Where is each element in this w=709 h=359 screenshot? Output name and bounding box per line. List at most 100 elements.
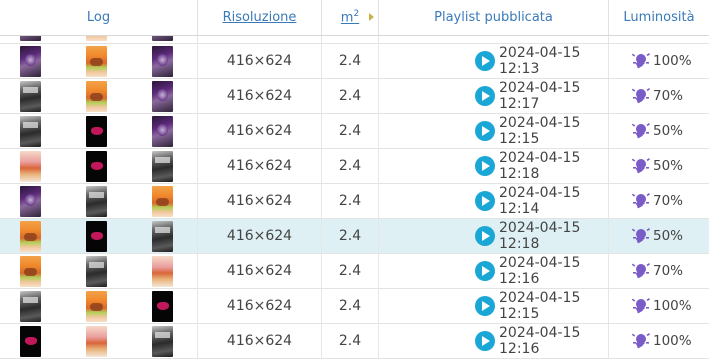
log-thumbnail[interactable]	[86, 151, 107, 182]
log-thumbnail[interactable]	[20, 221, 41, 252]
brightness-cell: 100%	[609, 44, 709, 78]
light-bulb-icon	[631, 123, 650, 139]
resolution-cell	[198, 36, 322, 43]
header-resolution[interactable]: Risoluzione	[198, 0, 322, 35]
m2-cell: 2.4	[322, 184, 379, 218]
log-thumbnail[interactable]	[152, 326, 173, 357]
header-brightness-label[interactable]: Luminosità	[623, 10, 694, 25]
header-brightness[interactable]: Luminosità	[609, 0, 709, 35]
brightness-value: 100%	[653, 298, 692, 314]
m2-cell: 2.4	[322, 289, 379, 323]
table-row[interactable]: 416×624 2.4 2024-04-15 12:15 50%	[0, 114, 709, 149]
brightness-cell: 100%	[609, 289, 709, 323]
header-log[interactable]: Log	[0, 0, 198, 35]
log-cell	[0, 114, 198, 148]
sort-caret-icon[interactable]	[369, 13, 374, 21]
log-thumbnail[interactable]	[20, 36, 41, 41]
brightness-cell: 50%	[609, 219, 709, 253]
table-row[interactable]: 416×624 2.4 2024-04-15 12:14 70%	[0, 184, 709, 219]
play-circle-icon[interactable]	[475, 156, 495, 176]
table-header: Log Risoluzione m2 Playlist pubblicata L…	[0, 0, 709, 36]
log-thumbnail[interactable]	[152, 256, 173, 287]
log-cell	[0, 36, 198, 43]
log-thumbnail[interactable]	[20, 151, 41, 182]
play-circle-icon[interactable]	[475, 51, 495, 71]
log-thumbnail[interactable]	[152, 291, 173, 322]
m2-cell	[322, 36, 379, 43]
playlist-timestamp: 2024-04-15 12:16	[499, 325, 581, 357]
resolution-cell: 416×624	[198, 324, 322, 358]
resolution-cell: 416×624	[198, 114, 322, 148]
light-bulb-icon	[631, 263, 650, 279]
m2-cell: 2.4	[322, 254, 379, 288]
playlist-timestamp: 2024-04-15 12:15	[499, 115, 581, 147]
table-row[interactable]	[0, 36, 709, 44]
play-circle-icon[interactable]	[475, 296, 495, 316]
log-thumbnail[interactable]	[152, 36, 173, 41]
header-m2[interactable]: m2	[322, 0, 379, 35]
log-thumbnail[interactable]	[20, 81, 41, 112]
brightness-value: 100%	[653, 333, 692, 349]
playlist-timestamp: 2024-04-15 12:14	[499, 185, 581, 217]
log-thumbnail[interactable]	[20, 116, 41, 147]
play-circle-icon[interactable]	[475, 331, 495, 351]
brightness-cell: 50%	[609, 114, 709, 148]
log-thumbnail[interactable]	[20, 186, 41, 217]
log-thumbnail[interactable]	[86, 46, 107, 77]
log-thumbnail[interactable]	[20, 46, 41, 77]
log-thumbnail[interactable]	[86, 256, 107, 287]
play-circle-icon[interactable]	[475, 121, 495, 141]
log-thumbnail[interactable]	[152, 221, 173, 252]
header-log-label[interactable]: Log	[87, 10, 110, 25]
playlist-cell: 2024-04-15 12:13	[379, 44, 609, 78]
brightness-cell: 70%	[609, 79, 709, 113]
table-row[interactable]: 416×624 2.4 2024-04-15 12:18 50%	[0, 149, 709, 184]
table-row[interactable]: 416×624 2.4 2024-04-15 12:16 70%	[0, 254, 709, 289]
light-bulb-icon	[631, 298, 650, 314]
log-thumbnail[interactable]	[152, 186, 173, 217]
log-thumbnail[interactable]	[20, 256, 41, 287]
brightness-cell	[609, 36, 709, 43]
m2-cell: 2.4	[322, 114, 379, 148]
m2-cell: 2.4	[322, 149, 379, 183]
log-thumbnail[interactable]	[86, 221, 107, 252]
header-resolution-label[interactable]: Risoluzione	[223, 10, 297, 25]
log-thumbnail[interactable]	[20, 326, 41, 357]
table-row[interactable]: 416×624 2.4 2024-04-15 12:16 100%	[0, 324, 709, 359]
light-bulb-icon	[631, 158, 650, 174]
play-circle-icon[interactable]	[475, 226, 495, 246]
log-thumbnail[interactable]	[20, 291, 41, 322]
brightness-value: 100%	[653, 53, 692, 69]
log-thumbnail[interactable]	[152, 46, 173, 77]
header-playlist: Playlist pubblicata	[379, 0, 609, 35]
table-row[interactable]: 416×624 2.4 2024-04-15 12:13 100%	[0, 44, 709, 79]
resolution-cell: 416×624	[198, 149, 322, 183]
log-thumbnail[interactable]	[86, 291, 107, 322]
log-thumbnail[interactable]	[152, 116, 173, 147]
log-cell	[0, 44, 198, 78]
playlist-cell: 2024-04-15 12:15	[379, 114, 609, 148]
light-bulb-icon	[631, 53, 650, 69]
play-circle-icon[interactable]	[475, 261, 495, 281]
resolution-cell: 416×624	[198, 184, 322, 218]
play-circle-icon[interactable]	[475, 86, 495, 106]
log-thumbnail[interactable]	[152, 81, 173, 112]
resolution-cell: 416×624	[198, 289, 322, 323]
log-thumbnail[interactable]	[86, 36, 107, 41]
play-circle-icon[interactable]	[475, 191, 495, 211]
log-thumbnail[interactable]	[86, 81, 107, 112]
playlist-cell: 2024-04-15 12:15	[379, 289, 609, 323]
table-row[interactable]: 416×624 2.4 2024-04-15 12:17 70%	[0, 79, 709, 114]
log-thumbnail[interactable]	[86, 116, 107, 147]
log-thumbnail[interactable]	[86, 186, 107, 217]
playlist-timestamp: 2024-04-15 12:13	[499, 45, 581, 77]
log-thumbnail[interactable]	[152, 151, 173, 182]
table-row[interactable]: 416×624 2.4 2024-04-15 12:15 100%	[0, 289, 709, 324]
playlist-cell: 2024-04-15 12:18	[379, 149, 609, 183]
light-bulb-icon	[631, 193, 650, 209]
brightness-cell: 100%	[609, 324, 709, 358]
table-row[interactable]: 416×624 2.4 2024-04-15 12:18 50%	[0, 219, 709, 254]
log-thumbnail[interactable]	[86, 326, 107, 357]
log-cell	[0, 219, 198, 253]
header-m2-label[interactable]: m2	[341, 9, 359, 25]
